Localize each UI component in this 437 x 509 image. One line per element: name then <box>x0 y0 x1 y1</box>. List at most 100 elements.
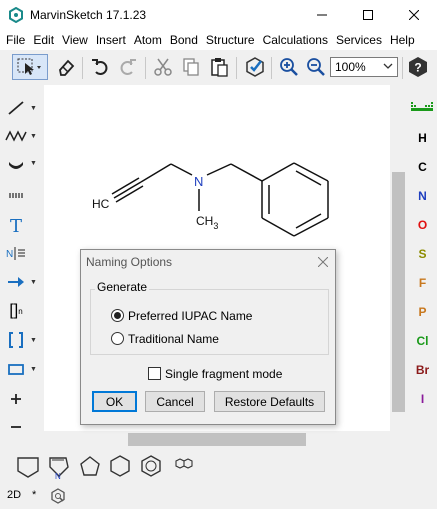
sgroup-bracket-tool[interactable]: [] n <box>2 296 42 326</box>
benzene-template-icon[interactable] <box>141 455 161 477</box>
menu-bond[interactable]: Bond <box>166 30 202 50</box>
menu-atom[interactable]: Atom <box>130 30 166 50</box>
element-button-i[interactable]: I <box>408 392 437 406</box>
decrease-charge-tool[interactable] <box>2 412 42 442</box>
element-button-h[interactable]: H <box>408 131 437 145</box>
element-button-o[interactable]: O <box>408 218 437 232</box>
menu-help[interactable]: Help <box>386 30 419 50</box>
cyclohexane-template-icon[interactable] <box>110 455 130 477</box>
atom-list-tool[interactable]: N <box>2 238 42 268</box>
rectangle-tool[interactable]: ▼ <box>2 354 42 384</box>
structure-check-status-icon[interactable] <box>50 488 66 507</box>
menu-insert[interactable]: Insert <box>92 30 130 50</box>
eraser-icon[interactable] <box>53 54 79 80</box>
element-button-c[interactable]: C <box>408 160 437 174</box>
checkbox-unchecked[interactable] <box>148 367 161 380</box>
zoom-in-icon[interactable] <box>276 54 302 80</box>
maximize-button[interactable] <box>345 0 391 30</box>
redo-icon[interactable] <box>115 54 141 80</box>
reaction-arrow-tool[interactable]: ▼ <box>2 267 42 297</box>
bracket-tool[interactable]: ▼ <box>2 325 42 355</box>
element-button-n[interactable]: N <box>408 189 437 203</box>
text-icon: T <box>9 215 22 237</box>
toolbar-divider <box>271 57 272 79</box>
pyrrole-template-icon[interactable]: N <box>49 457 69 481</box>
close-button[interactable] <box>391 0 437 30</box>
increase-charge-tool[interactable] <box>2 384 42 414</box>
copy-icon[interactable] <box>178 54 204 80</box>
dialog-close-icon[interactable] <box>313 253 333 271</box>
selection-tool-button[interactable] <box>12 54 48 80</box>
marvinsketch-app-icon <box>8 6 24 24</box>
dimension-mode[interactable]: 2D <box>7 489 21 501</box>
hashed-bond-icon <box>2 185 30 205</box>
naphthalene-template-icon[interactable] <box>175 458 193 469</box>
element-button-s[interactable]: S <box>408 247 437 261</box>
toolbar-divider <box>145 57 146 79</box>
title-bar: MarvinSketch 17.1.23 <box>0 0 437 30</box>
bracket-n-icon: [] n <box>2 302 30 320</box>
element-button-cl[interactable]: Cl <box>408 334 437 348</box>
minus-icon <box>2 420 30 434</box>
menu-calculations[interactable]: Calculations <box>259 30 332 50</box>
preferred-iupac-label: Preferred IUPAC Name <box>128 309 253 323</box>
horizontal-scroll-thumb[interactable] <box>128 433 306 446</box>
radio-selected[interactable] <box>111 309 124 322</box>
modified-indicator: * <box>32 489 37 501</box>
single-fragment-checkbox[interactable]: Single fragment mode <box>148 366 318 382</box>
single-bond-icon <box>2 98 30 118</box>
element-button-br[interactable]: Br <box>408 363 437 377</box>
traditional-name-label: Traditional Name <box>128 332 219 346</box>
cancel-button[interactable]: Cancel <box>145 391 205 412</box>
chain-tool[interactable]: ▼ <box>2 121 42 151</box>
chevron-down-icon[interactable]: ▼ <box>30 133 40 140</box>
arrow-right-icon <box>2 272 30 292</box>
atom-label-subscript: 3 <box>213 221 218 231</box>
chevron-down-icon[interactable]: ▼ <box>30 105 40 112</box>
ok-button[interactable]: OK <box>92 391 137 412</box>
svg-text:?: ? <box>414 61 421 75</box>
cyclopentane-template-icon[interactable] <box>80 456 100 476</box>
single-bond-tool[interactable]: ▼ <box>2 93 42 123</box>
zoom-level-select[interactable]: 100% <box>330 57 398 77</box>
chain-icon <box>2 126 30 146</box>
cut-icon[interactable] <box>150 54 176 80</box>
toolbar-divider <box>82 57 83 79</box>
undo-icon[interactable] <box>87 54 113 80</box>
vertical-scroll-thumb[interactable] <box>392 172 405 412</box>
generic-template-icon[interactable] <box>17 457 39 478</box>
chevron-down-icon[interactable]: ▼ <box>30 366 40 373</box>
plus-icon <box>2 392 30 406</box>
element-button-f[interactable]: F <box>408 276 437 290</box>
curve-icon <box>2 153 30 173</box>
atom-label-hc: HC <box>92 197 110 211</box>
menu-file[interactable]: File <box>2 30 29 50</box>
radio-unselected[interactable] <box>111 332 124 345</box>
text-tool[interactable]: T <box>2 211 42 241</box>
menu-view[interactable]: View <box>58 30 92 50</box>
check-structure-icon[interactable] <box>242 54 268 80</box>
menu-services[interactable]: Services <box>332 30 386 50</box>
atom-list-icon: N <box>2 243 30 263</box>
atom-label-ch: CH <box>196 214 213 228</box>
curved-arrow-tool[interactable]: ▼ <box>2 148 42 178</box>
restore-defaults-button[interactable]: Restore Defaults <box>214 391 325 412</box>
chevron-down-icon[interactable]: ▼ <box>30 160 40 167</box>
minimize-button[interactable] <box>299 0 345 30</box>
bracket-label: [] <box>9 302 19 319</box>
chevron-down-icon[interactable]: ▼ <box>30 337 40 344</box>
traditional-name-radio[interactable]: Traditional Name <box>111 331 281 347</box>
rectangle-icon <box>2 359 30 379</box>
preferred-iupac-radio[interactable]: Preferred IUPAC Name <box>111 308 281 324</box>
paste-icon[interactable] <box>206 54 232 80</box>
menu-bar: File Edit View Insert Atom Bond Structur… <box>0 30 437 50</box>
menu-structure[interactable]: Structure <box>202 30 259 50</box>
wedge-bond-tool[interactable] <box>2 180 42 210</box>
window-title: MarvinSketch 17.1.23 <box>30 8 147 22</box>
chevron-down-icon[interactable]: ▼ <box>30 279 40 286</box>
element-button-p[interactable]: P <box>408 305 437 319</box>
toolbar-divider <box>402 57 403 79</box>
zoom-out-icon[interactable] <box>303 54 329 80</box>
menu-edit[interactable]: Edit <box>29 30 58 50</box>
help-icon[interactable]: ? <box>405 54 431 80</box>
